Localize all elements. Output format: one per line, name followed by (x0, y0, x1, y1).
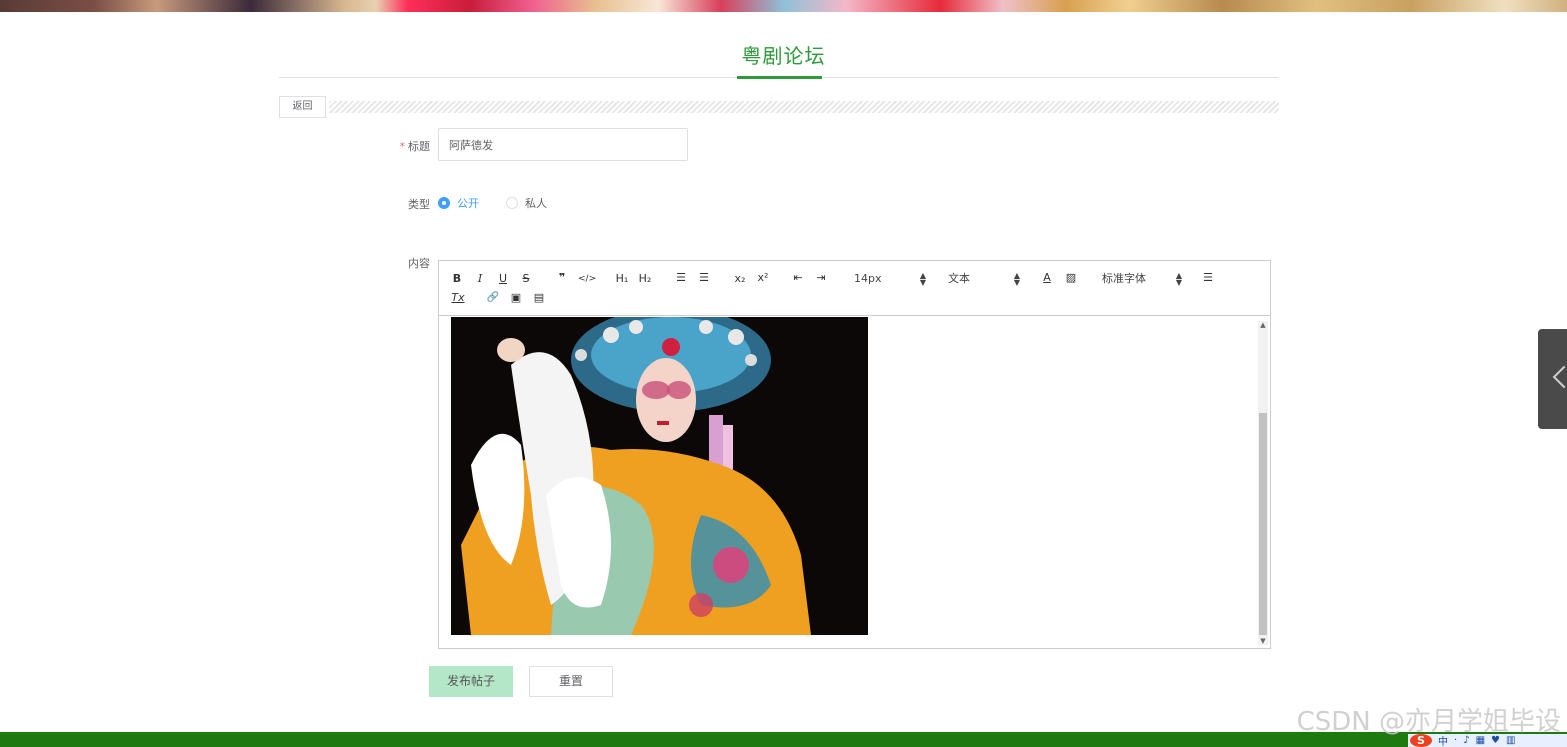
header-1-button[interactable]: H₁ (613, 272, 631, 286)
required-asterisk: * (399, 140, 406, 153)
background-color-button[interactable]: ▨ (1064, 271, 1078, 285)
bold-button[interactable]: B (451, 272, 463, 286)
ime-tools-icon[interactable]: ▥ (1506, 735, 1515, 746)
superscript-button[interactable]: x² (755, 271, 771, 285)
back-button[interactable]: 返回 (279, 96, 326, 118)
page-title: 粤剧论坛 (741, 44, 826, 68)
font-family-select[interactable]: 标准字体 ▲ ▼ (1102, 271, 1182, 287)
reset-button[interactable]: 重置 (529, 666, 613, 697)
ime-voice-icon[interactable]: ♪ (1463, 735, 1469, 746)
radio-public[interactable]: 公开 (438, 196, 479, 210)
ime-punct-icon[interactable]: · (1454, 735, 1457, 746)
block-format-select[interactable]: 文本 ▲ ▼ (948, 271, 1020, 287)
clean-format-button[interactable]: Tx (451, 291, 465, 305)
header-2-button[interactable]: H₂ (636, 272, 654, 286)
top-banner-image (0, 0, 1567, 12)
page: 粤剧论坛 返回 *标题 类型 公开 私人 内容 B I U S ❞ </> H₁… (0, 0, 1567, 747)
italic-button[interactable]: I (474, 272, 486, 286)
sogou-logo-icon: S (1410, 734, 1432, 747)
strike-button[interactable]: S (520, 272, 532, 286)
bullet-list-button[interactable]: ☰ (697, 271, 711, 285)
ime-mode[interactable]: 中 (1438, 733, 1448, 747)
editor-scrollbar[interactable]: ▲ ▼ (1258, 321, 1268, 645)
block-format-value: 文本 (948, 272, 970, 285)
opera-performer-image (451, 317, 868, 635)
font-size-arrows-icon: ▲ ▼ (919, 271, 926, 287)
editor-toolbar: B I U S ❞ </> H₁ H₂ ☰ ☰ x₂ x² ⇤ ⇥ 14px ▲… (439, 261, 1270, 316)
blockquote-button[interactable]: ❞ (555, 271, 569, 285)
radio-public-label: 公开 (457, 197, 479, 210)
type-label: 类型 (408, 198, 430, 211)
publish-post-button[interactable]: 发布帖子 (429, 666, 513, 697)
hatch-divider (329, 101, 1279, 113)
title-active-underline (737, 76, 822, 79)
watermark-text: CSDN @亦月学姐毕设 (1296, 707, 1561, 737)
text-color-button[interactable]: A (1041, 271, 1053, 285)
font-size-select[interactable]: 14px ▲ ▼ (854, 271, 926, 287)
font-family-arrows-icon: ▲ ▼ (1175, 271, 1182, 287)
block-format-arrows-icon: ▲ ▼ (1013, 271, 1020, 287)
side-collapse-tab[interactable] (1538, 329, 1567, 429)
code-block-button[interactable]: </> (578, 272, 596, 286)
scroll-down-arrow-icon[interactable]: ▼ (1258, 637, 1268, 645)
title-label: 标题 (408, 140, 430, 153)
title-input[interactable] (438, 128, 688, 161)
back-row: 返回 (279, 96, 1279, 118)
title-label-wrap: * 标题 (380, 138, 431, 154)
ime-skin-icon[interactable]: ♥ (1491, 735, 1500, 746)
scroll-up-arrow-icon[interactable]: ▲ (1258, 321, 1268, 329)
font-size-value: 14px (854, 272, 882, 285)
font-family-value: 标准字体 (1102, 272, 1146, 285)
outdent-button[interactable]: ⇤ (791, 271, 805, 285)
align-button[interactable]: ☰ (1201, 271, 1215, 285)
rich-text-editor: B I U S ❞ </> H₁ H₂ ☰ ☰ x₂ x² ⇤ ⇥ 14px ▲… (438, 260, 1271, 649)
scrollbar-thumb[interactable] (1259, 413, 1267, 635)
video-button[interactable]: ▤ (532, 291, 546, 305)
ime-keyboard-icon[interactable]: ▦ (1476, 735, 1485, 746)
underline-button[interactable]: U (497, 272, 509, 286)
radio-private[interactable]: 私人 (506, 196, 547, 210)
subscript-button[interactable]: x₂ (732, 272, 748, 286)
ime-toolbar[interactable]: S 中 · ♪ ▦ ♥ ▥ (1408, 734, 1567, 747)
radio-private-label: 私人 (525, 197, 547, 210)
radio-private-dot (506, 197, 518, 209)
ordered-list-button[interactable]: ☰ (674, 271, 688, 285)
indent-button[interactable]: ⇥ (814, 271, 828, 285)
image-button[interactable]: ▣ (509, 291, 523, 305)
radio-public-dot (438, 197, 450, 209)
editor-content-area[interactable]: ▲ ▼ (439, 317, 1270, 648)
link-button[interactable]: 🔗 (486, 291, 500, 305)
content-label: 内容 (408, 257, 430, 270)
chevron-left-icon (1552, 365, 1567, 389)
opera-performer-illustration (451, 317, 868, 635)
